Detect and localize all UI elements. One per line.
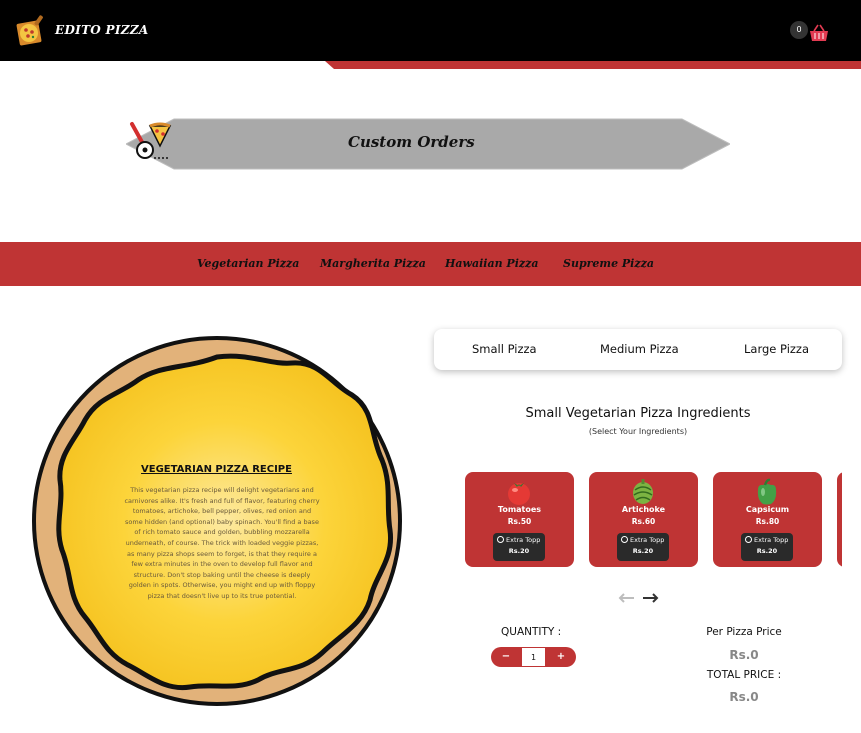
cart-count-badge: 0	[790, 21, 808, 39]
per-pizza-price-value: Rs.0	[729, 648, 759, 662]
top-navbar: EDITO PIZZA 0	[0, 0, 861, 61]
quantity-label: QUANTITY :	[501, 626, 562, 638]
extra-topping-radio[interactable]	[621, 536, 628, 543]
extra-topping-price: Rs.20	[508, 547, 530, 555]
quantity-decrease-button[interactable]: −	[491, 647, 521, 667]
arrow-right-icon[interactable]	[641, 592, 659, 604]
quantity-stepper: − +	[491, 647, 576, 667]
custom-orders-banner: Custom Orders	[126, 118, 730, 170]
category-supreme[interactable]: Supreme Pizza	[563, 257, 654, 270]
tab-large-pizza[interactable]: Large Pizza	[744, 342, 809, 356]
brand-logo[interactable]: EDITO PIZZA	[15, 13, 149, 47]
extra-topping-option[interactable]: Extra Topp Rs.20	[617, 533, 669, 561]
pizza-peel-icon	[16, 15, 43, 46]
ingredient-card-tomatoes[interactable]: Tomatoes Rs.50 Extra Topp Rs.20	[465, 472, 574, 567]
ingredient-name: Tomatoes	[497, 505, 542, 514]
shopping-basket-icon	[810, 24, 828, 41]
brand-name: EDITO PIZZA	[55, 23, 149, 37]
total-price-label: TOTAL PRICE :	[706, 669, 782, 681]
bell-pepper-icon	[757, 478, 777, 505]
tab-small-pizza[interactable]: Small Pizza	[472, 342, 537, 356]
per-pizza-price-label: Per Pizza Price	[706, 626, 782, 638]
recipe-description: This vegetarian pizza recipe will deligh…	[124, 486, 320, 600]
header-accent-stripe	[325, 61, 861, 69]
extra-topping-label: Extra Topp	[506, 536, 541, 544]
ingredient-price: Rs.50	[507, 517, 532, 526]
quantity-increase-button[interactable]: +	[546, 647, 576, 667]
ingredient-price: Rs.80	[755, 517, 780, 526]
ingredient-card-partial[interactable]	[837, 472, 842, 567]
ingredients-title: Small Vegetarian Pizza Ingredients	[525, 406, 751, 421]
extra-topping-label: Extra Topp	[630, 536, 665, 544]
page: EDITO PIZZA 0 Custom Orders Vegetarian P…	[0, 0, 861, 733]
artichoke-icon	[633, 479, 653, 504]
extra-topping-option[interactable]: Extra Topp Rs.20	[741, 533, 793, 561]
category-vegetarian[interactable]: Vegetarian Pizza	[197, 257, 299, 270]
recipe-title: VEGETARIAN PIZZA RECIPE	[141, 464, 292, 475]
pizza-size-tabs: Small Pizza Medium Pizza Large Pizza	[434, 329, 842, 370]
ingredients-subtitle: (Select Your Ingredients)	[588, 427, 688, 436]
ingredients-carousel: Tomatoes Rs.50 Extra Topp Rs.20 Artichok…	[465, 472, 842, 567]
carousel-controls	[618, 592, 660, 604]
extra-topping-label: Extra Topp	[754, 536, 789, 544]
pizza-cutter-icon	[130, 122, 172, 159]
extra-topping-radio[interactable]	[497, 536, 504, 543]
ingredient-name: Artichoke	[621, 505, 666, 514]
extra-topping-price: Rs.20	[632, 547, 654, 555]
category-hawaiian[interactable]: Hawaiian Pizza	[445, 257, 539, 270]
total-price-value: Rs.0	[729, 690, 759, 704]
arrow-left-icon[interactable]	[618, 592, 636, 604]
banner-title: Custom Orders	[348, 133, 475, 151]
ingredient-card-capsicum[interactable]: Capsicum Rs.80 Extra Topp Rs.20	[713, 472, 822, 567]
category-margherita[interactable]: Margherita Pizza	[320, 257, 426, 270]
extra-topping-radio[interactable]	[745, 536, 752, 543]
extra-topping-option[interactable]: Extra Topp Rs.20	[493, 533, 545, 561]
tomato-icon	[508, 483, 530, 505]
extra-topping-price: Rs.20	[756, 547, 778, 555]
quantity-input[interactable]	[521, 647, 546, 667]
ingredient-card-artichoke[interactable]: Artichoke Rs.60 Extra Topp Rs.20	[589, 472, 698, 567]
ingredient-name: Capsicum	[745, 505, 790, 514]
ingredient-price: Rs.60	[631, 517, 656, 526]
pizza-category-nav: Vegetarian Pizza Margherita Pizza Hawaii…	[0, 242, 861, 286]
tab-medium-pizza[interactable]: Medium Pizza	[600, 342, 679, 356]
cart-button[interactable]: 0	[790, 20, 830, 44]
